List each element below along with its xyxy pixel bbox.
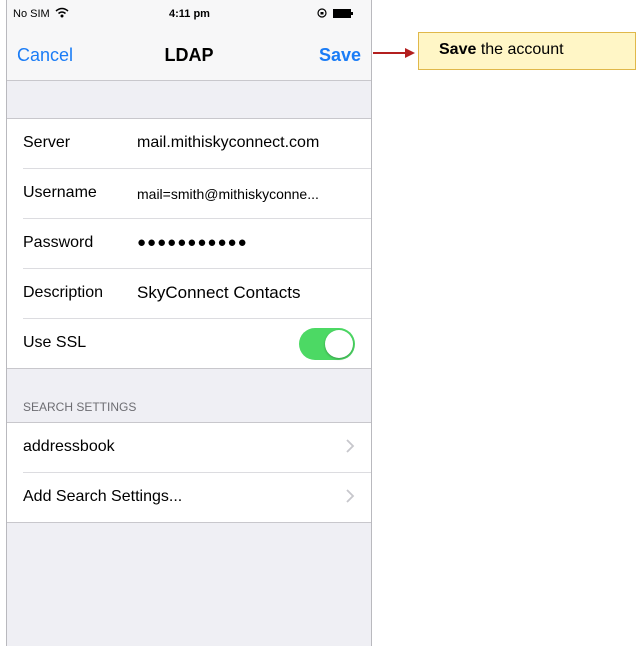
callout-connector <box>373 52 408 54</box>
chevron-right-icon <box>346 439 355 453</box>
callout-bold-text: Save <box>439 41 477 58</box>
description-label: Description <box>23 284 104 301</box>
save-callout: Save the account <box>418 32 636 70</box>
username-field[interactable]: mail=smith@mithiskyconne... <box>137 186 319 202</box>
phone-screen: No SIM 4:11 pm Cancel LDAP Save Server m… <box>6 0 372 646</box>
search-settings-group: addressbook Add Search Settings... <box>7 422 371 523</box>
password-row[interactable]: Password ●●●●●●●●●●● <box>23 219 371 269</box>
status-time: 4:11 pm <box>169 8 210 20</box>
save-button[interactable]: Save <box>319 45 361 66</box>
navigation-bar: Cancel LDAP Save <box>7 28 371 81</box>
description-field[interactable]: SkyConnect Contacts <box>137 283 300 303</box>
password-label: Password <box>23 234 94 251</box>
server-row[interactable]: Server mail.mithiskyconnect.com <box>23 119 371 169</box>
page-title: LDAP <box>164 45 214 65</box>
addressbook-row[interactable]: addressbook <box>23 423 371 473</box>
wifi-icon <box>55 7 69 18</box>
battery-icon <box>333 9 353 18</box>
callout-arrow-icon <box>405 48 415 58</box>
password-field[interactable]: ●●●●●●●●●●● <box>137 234 248 251</box>
use-ssl-toggle[interactable] <box>299 328 355 360</box>
server-field[interactable]: mail.mithiskyconnect.com <box>137 134 319 152</box>
toggle-knob <box>325 330 353 358</box>
account-settings-group: Server mail.mithiskyconnect.com Username… <box>7 118 371 369</box>
use-ssl-label: Use SSL <box>23 334 87 351</box>
username-row[interactable]: Username mail=smith@mithiskyconne... <box>23 169 371 219</box>
callout-text: the account <box>476 41 564 58</box>
status-bar: No SIM 4:11 pm <box>7 0 371 28</box>
chevron-right-icon <box>346 489 355 503</box>
description-row[interactable]: Description SkyConnect Contacts <box>23 269 371 319</box>
server-label: Server <box>23 134 71 151</box>
username-label: Username <box>23 184 97 201</box>
rotation-lock-icon <box>317 8 327 18</box>
use-ssl-row: Use SSL <box>23 319 371 368</box>
carrier-label: No SIM <box>13 8 50 20</box>
search-settings-header: SEARCH SETTINGS <box>23 400 137 414</box>
add-search-settings-row[interactable]: Add Search Settings... <box>23 473 371 522</box>
addressbook-label: addressbook <box>23 438 115 455</box>
add-search-settings-label: Add Search Settings... <box>23 488 183 505</box>
